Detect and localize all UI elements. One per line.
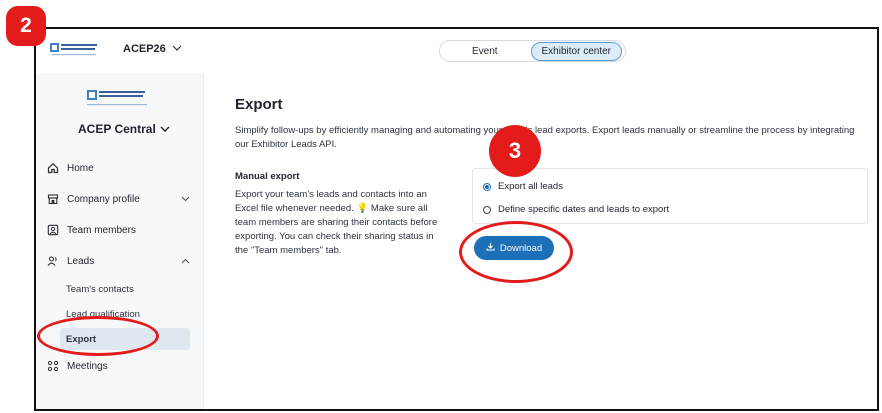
sidebar-item-meetings[interactable]: Meetings	[46, 355, 196, 377]
chevron-up-icon	[181, 256, 190, 266]
option-label: Export all leads	[498, 181, 563, 192]
sidebar-item-company-profile[interactable]: Company profile	[46, 188, 196, 210]
chevron-down-icon	[172, 43, 182, 55]
export-options: Export all leads Define specific dates a…	[472, 168, 868, 224]
main-content: Export Simplify follow-ups by efficientl…	[204, 73, 877, 409]
sidebar-subitem-lead-qualification[interactable]: Lead qualification	[60, 303, 190, 325]
tab-event[interactable]: Event	[462, 43, 508, 60]
option-define-dates[interactable]: Define specific dates and leads to expor…	[483, 204, 669, 215]
top-bar: ACEP26 Event Exhibitor center	[36, 29, 877, 74]
leads-icon	[46, 254, 60, 268]
step-2-badge: 2	[6, 6, 46, 46]
radio-checked[interactable]	[483, 182, 491, 191]
sidebar-item-home[interactable]: Home	[46, 157, 196, 179]
download-label: Download	[499, 242, 543, 254]
org-selector[interactable]: ACEP Central	[78, 122, 170, 136]
acep-logo	[50, 43, 97, 56]
manual-export-title: Manual export	[235, 171, 300, 182]
radio-unchecked[interactable]	[483, 205, 491, 214]
sidebar-item-label: Meetings	[67, 360, 108, 372]
option-label: Define specific dates and leads to expor…	[498, 204, 670, 215]
team-icon	[46, 223, 60, 237]
download-button[interactable]: Download	[474, 236, 554, 260]
tab-exhibitor-center[interactable]: Exhibitor center	[530, 41, 622, 61]
manual-export-description: Export your team's leads and contacts in…	[235, 189, 438, 256]
event-name: ACEP26	[123, 43, 166, 55]
sidebar-item-label: Team members	[67, 224, 136, 236]
chevron-down-icon	[160, 122, 170, 136]
sidebar-item-label: Company profile	[67, 193, 140, 205]
sidebar: ACEP Central Home Company profile Team m…	[36, 73, 204, 409]
event-selector[interactable]: ACEP26	[123, 43, 182, 55]
store-icon	[46, 192, 60, 206]
sidebar-item-label: Home	[67, 162, 94, 174]
option-export-all-leads[interactable]: Export all leads	[483, 181, 563, 192]
meetings-icon	[46, 359, 60, 373]
sidebar-subitem-export[interactable]: Export	[60, 328, 190, 350]
sidebar-item-team-members[interactable]: Team members	[46, 219, 196, 241]
sidebar-item-label: Leads	[67, 255, 95, 267]
home-icon	[46, 161, 60, 175]
page-description: Simplify follow-ups by efficiently manag…	[235, 125, 855, 150]
sidebar-item-leads[interactable]: Leads	[46, 250, 196, 272]
sidebar-subitem-teams-contacts[interactable]: Team's contacts	[60, 278, 190, 300]
download-icon	[486, 242, 495, 254]
page-title: Export	[235, 96, 283, 113]
org-name: ACEP Central	[78, 122, 156, 136]
chevron-down-icon	[181, 194, 190, 204]
view-switcher: Event Exhibitor center	[439, 40, 626, 62]
app-window: ACEP26 Event Exhibitor center ACEP Centr…	[34, 27, 879, 411]
acep-sidebar-logo	[87, 90, 147, 106]
step-3-badge: 3	[489, 125, 541, 177]
